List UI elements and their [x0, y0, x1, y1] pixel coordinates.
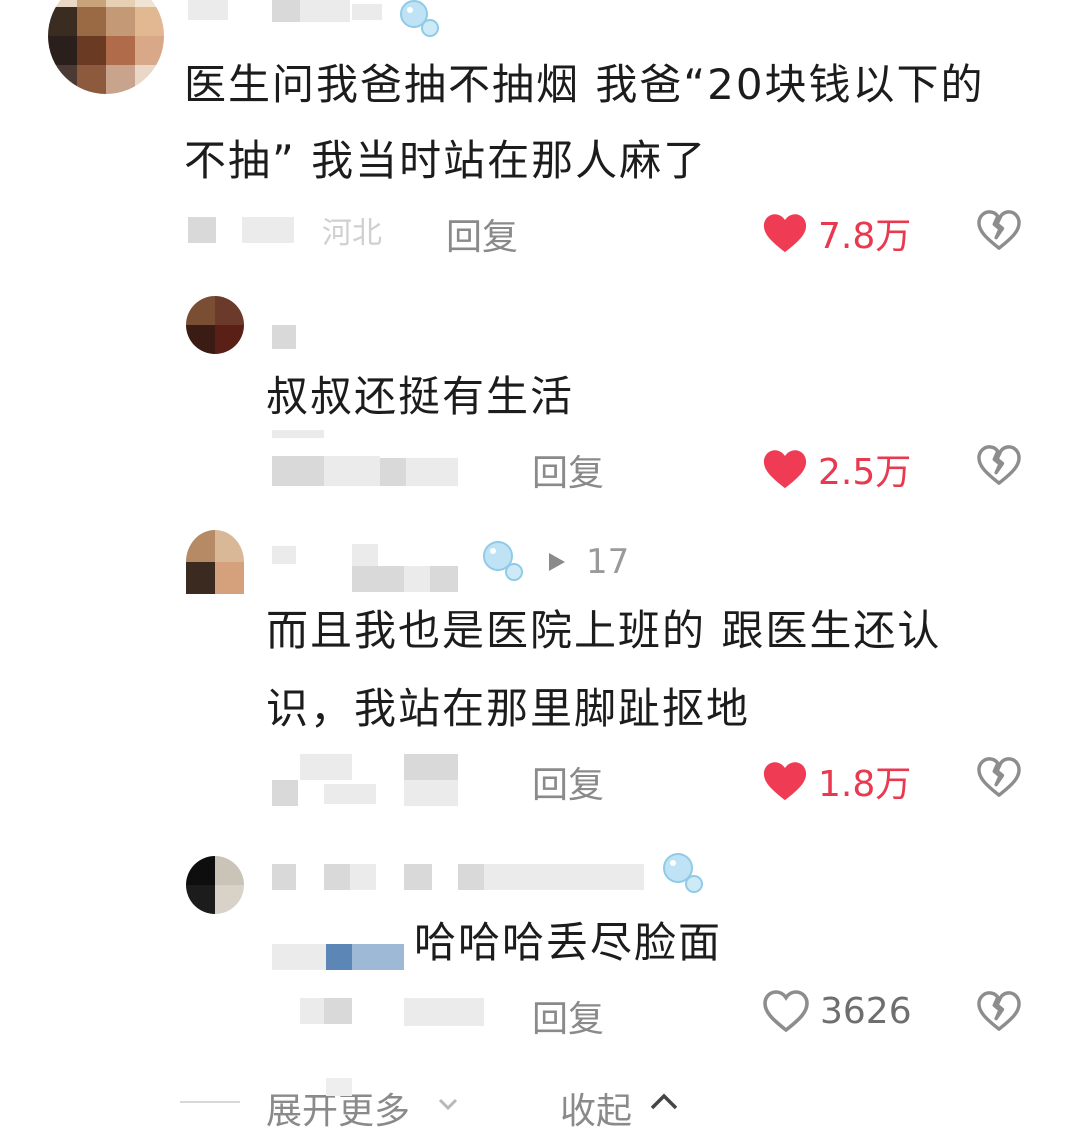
like-count: 7.8万 — [818, 216, 912, 257]
avatar[interactable] — [48, 0, 164, 94]
bubble-badge-icon — [663, 853, 703, 893]
like-count: 3626 — [820, 990, 912, 1032]
reply-button[interactable]: 回复 — [446, 208, 518, 260]
avatar[interactable] — [186, 530, 244, 594]
avatar[interactable] — [186, 856, 244, 914]
like-count: 1.8万 — [818, 764, 912, 805]
divider — [180, 1101, 240, 1103]
heart-icon — [763, 762, 807, 801]
avatar[interactable] — [186, 296, 244, 354]
broken-heart-icon[interactable] — [976, 209, 1022, 251]
broken-heart-icon[interactable] — [976, 990, 1022, 1032]
broken-heart-icon[interactable] — [976, 756, 1022, 798]
bubble-badge-icon — [483, 541, 523, 581]
broken-heart-icon[interactable] — [976, 444, 1022, 486]
heart-icon — [763, 990, 809, 1033]
chevron-up-icon[interactable] — [648, 1090, 680, 1114]
reply-button[interactable]: 回复 — [532, 756, 604, 808]
heart-icon — [763, 214, 807, 253]
comment-text: 医生问我爸抽不抽烟 我爸“20块钱以下的 — [184, 60, 985, 109]
chevron-down-icon — [438, 1098, 458, 1111]
username-blurred — [326, 1078, 352, 1096]
like-count: 2.5万 — [818, 452, 912, 493]
username-blurred[interactable] — [272, 325, 296, 349]
like-button[interactable]: 3626 — [762, 989, 912, 1033]
like-button[interactable]: 7.8万 — [762, 207, 911, 259]
comment-text: 识，我站在那里脚趾抠地 — [266, 684, 751, 733]
comment-text: 而且我也是医院上班的 跟医生还认 — [266, 606, 942, 655]
like-button[interactable]: 1.8万 — [762, 755, 911, 807]
play-icon — [549, 553, 565, 571]
reply-button[interactable]: 回复 — [532, 990, 604, 1042]
comment-text: 哈哈哈丢尽脸面 — [414, 918, 723, 967]
heart-icon — [763, 450, 807, 489]
comment-text: 叔叔还挺有生活 — [266, 372, 575, 421]
like-button[interactable]: 2.5万 — [762, 443, 911, 495]
comment-text: 不抽” 我当时站在那人麻了 — [184, 136, 708, 185]
reply-button[interactable]: 回复 — [532, 444, 604, 496]
location-label: 河北 — [322, 216, 382, 251]
bubble-badge-icon — [400, 0, 439, 37]
collapse-button[interactable]: 收起 — [560, 1082, 632, 1134]
play-count: 17 — [546, 542, 629, 582]
